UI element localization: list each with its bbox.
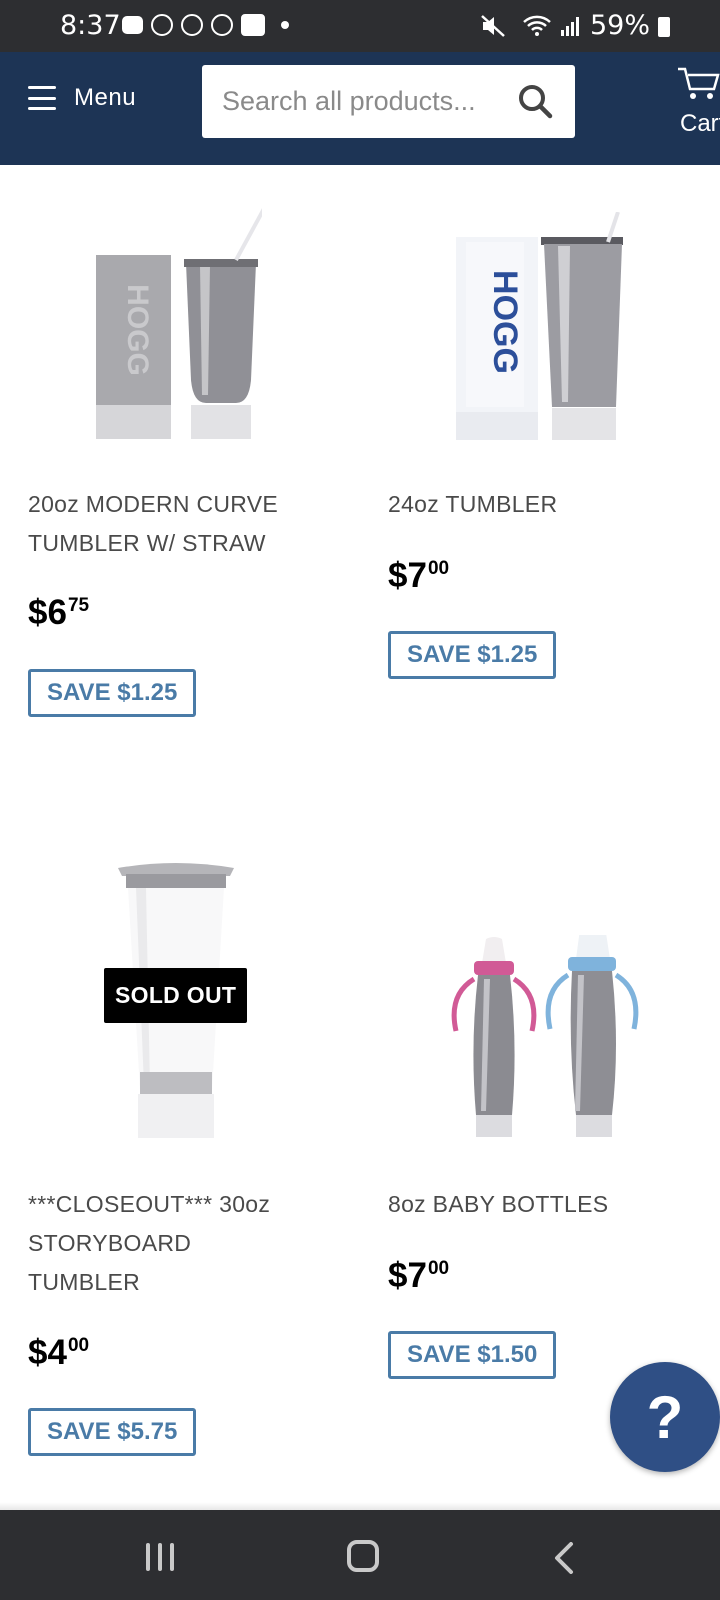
back-icon[interactable] — [554, 1542, 574, 1574]
search-input[interactable] — [222, 65, 512, 138]
message-notification-icon — [241, 14, 265, 36]
product-title[interactable]: 8oz BABY BOTTLES — [388, 1185, 608, 1224]
app-notification-icon — [181, 14, 203, 36]
product-image[interactable]: HOGG — [456, 212, 623, 440]
notification-icons — [122, 14, 289, 36]
search-box — [202, 65, 575, 138]
battery-percent: 59% — [589, 10, 650, 41]
menu-label: Menu — [74, 84, 137, 111]
system-nav-bar — [0, 1510, 720, 1600]
svg-text:HOGG: HOGG — [486, 270, 524, 374]
product-image[interactable]: HOGG — [96, 205, 262, 440]
more-notifications-icon — [281, 21, 289, 29]
save-badge: SAVE $1.25 — [388, 631, 557, 679]
cart-icon — [678, 67, 720, 99]
menu-button[interactable]: Menu — [28, 84, 136, 112]
wifi-icon — [523, 15, 551, 36]
product-title[interactable]: 24oz TUMBLER — [388, 485, 557, 524]
recent-apps-icon[interactable] — [146, 1543, 174, 1571]
cart-label: Cart — [680, 110, 720, 137]
product-price: $6 75 — [28, 593, 90, 632]
app-notification-icon — [151, 14, 173, 36]
battery-icon — [658, 17, 670, 37]
save-badge: SAVE $1.25 — [28, 669, 197, 717]
save-badge: SAVE $1.50 — [388, 1331, 557, 1379]
cart-button[interactable]: Cart — [676, 66, 720, 137]
content-divider — [0, 1502, 720, 1510]
hamburger-icon — [28, 86, 56, 110]
signal-icon — [560, 16, 579, 36]
status-bar: 8:37 59% — [0, 0, 720, 52]
product-price: $7 00 — [388, 1256, 450, 1295]
app-notification-icon — [211, 14, 233, 36]
mute-icon — [481, 14, 505, 37]
product-title[interactable]: 20oz MODERN CURVE TUMBLER W/ STRAW — [28, 485, 278, 563]
help-chat-button[interactable]: ? — [610, 1362, 720, 1472]
status-indicators: 59% — [480, 10, 650, 41]
svg-text:HOGG: HOGG — [121, 284, 154, 376]
home-icon[interactable] — [347, 1540, 379, 1572]
chat-notification-icon — [122, 16, 143, 34]
site-header: Menu Cart — [0, 52, 720, 165]
sold-out-badge: SOLD OUT — [104, 968, 248, 1023]
save-badge: SAVE $5.75 — [28, 1408, 197, 1456]
product-title[interactable]: ***CLOSEOUT*** 30oz STORYBOARD TUMBLER — [28, 1185, 270, 1302]
product-price: $7 00 — [388, 556, 450, 595]
status-time: 8:37 — [60, 10, 121, 41]
search-icon[interactable] — [517, 83, 553, 119]
product-image[interactable] — [446, 935, 640, 1138]
product-price: $4 00 — [28, 1333, 90, 1372]
